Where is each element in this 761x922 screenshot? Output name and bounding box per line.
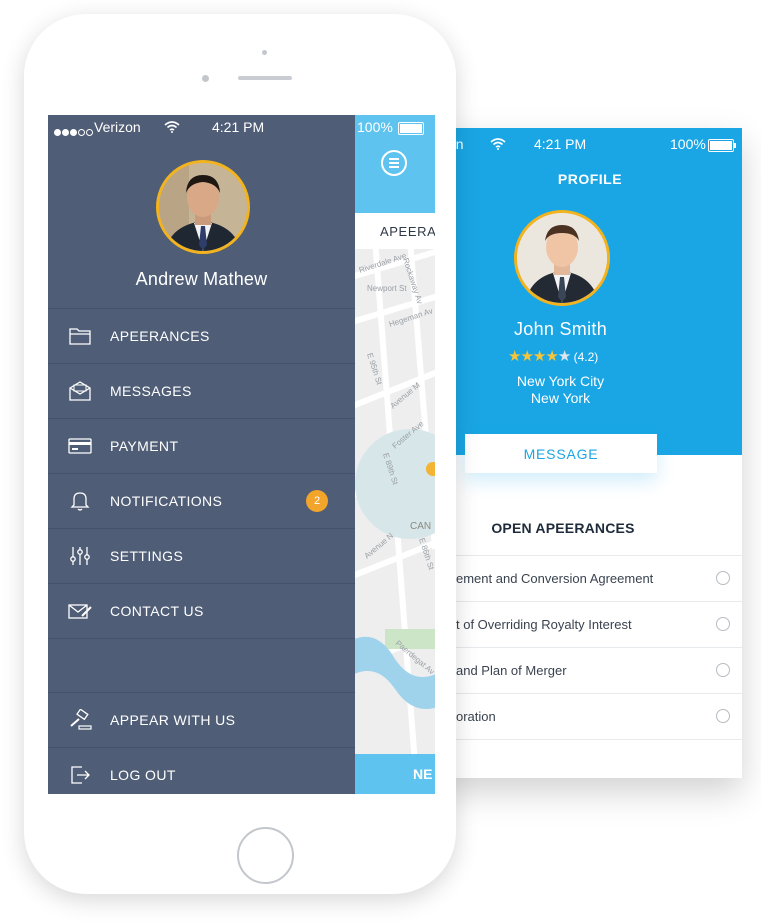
menu-icon[interactable] [381,150,407,176]
logout-icon [68,764,92,786]
rating-value: (4.2) [573,350,599,364]
avatar [514,210,610,306]
radio-button[interactable] [716,617,730,631]
star-icon: ★ [545,348,559,365]
page-title: PROFILE [557,171,623,187]
profile-name: John Smith [513,319,608,339]
location-state: New York [530,390,591,406]
map-view[interactable]: 100% APEERA Riverdale Ave Newport St Roc… [355,115,435,794]
rating: ★★★★★ (4.2) [508,347,618,365]
status-time: 4:21 PM [212,119,265,135]
status-time: 4:21 PM [534,136,587,152]
camera-icon [202,75,209,82]
profile-screen: on 4:21 PM 100% PROFILE John Smith ★★★★★ [438,128,742,778]
list-item-label: ement and Conversion Agreement [456,571,654,586]
radio-button[interactable] [716,571,730,585]
menu-item-label: APEERANCES [110,328,210,344]
side-drawer: Verizon 4:21 PM Andrew Mathew APEERANCES… [48,115,355,794]
avatar [156,160,250,254]
status-bar: Verizon 4:21 PM [48,119,355,137]
folder-icon [68,325,92,347]
gavel-icon [68,708,92,731]
radio-button[interactable] [716,709,730,723]
menu-item-contact-us[interactable]: CONTACT US [48,583,355,639]
wifi-icon [490,137,506,153]
list-item[interactable]: t of Overriding Royalty Interest [438,601,742,647]
list-item[interactable]: ement and Conversion Agreement [438,555,742,601]
menu-item-appear-with-us[interactable]: APPEAR WITH US [48,692,355,747]
list-item-label: and Plan of Merger [456,663,567,678]
menu-item-label: PAYMENT [110,438,179,454]
section-title: OPEN APEERANCES [491,520,635,536]
speaker-grille [238,76,292,80]
list-item-label: oration [456,709,496,724]
home-button[interactable] [237,827,294,884]
menu-item-label: LOG OUT [110,767,176,783]
menu-item-messages[interactable]: MESSAGES [48,363,355,418]
tab-appearances[interactable]: APEERA [355,213,435,249]
menu-item-log-out[interactable]: LOG OUT [48,747,355,794]
next-label: NE [413,766,433,782]
sliders-icon [68,545,92,567]
map-canvas: Riverdale Ave Newport St Rockaway Av Heg… [355,238,435,765]
status-bar: on 4:21 PM 100% [438,136,742,154]
menu-item-label: CONTACT US [110,603,204,619]
notification-badge: 2 [306,490,328,512]
drawer-menu: APEERANCES MESSAGES PAYMENT NOTIFICATION… [48,308,355,639]
battery-percent: 100% [670,136,706,152]
battery-icon [398,122,424,135]
sensor-dot [262,50,267,55]
menu-item-label: MESSAGES [110,383,192,399]
user-name: Andrew Mathew [135,269,268,289]
drawer-footer-menu: APPEAR WITH US LOG OUT [48,692,355,794]
star-empty-icon: ★ [557,348,572,365]
credit-card-icon [68,435,92,457]
carrier-label: Verizon [94,119,141,135]
wifi-icon [164,120,180,136]
bell-icon [68,490,92,512]
list-item-label: t of Overriding Royalty Interest [456,617,632,632]
message-button[interactable]: MESSAGE [465,434,657,473]
star-icon: ★ [520,348,534,365]
location-city: New York City [516,373,605,389]
menu-item-payment[interactable]: PAYMENT [48,418,355,473]
signal-icon [54,123,94,139]
drawer-screen: 100% APEERA Riverdale Ave Newport St Roc… [48,115,435,794]
menu-item-appearances[interactable]: APEERANCES [48,308,355,363]
mail-icon [68,380,92,402]
menu-item-label: NOTIFICATIONS [110,493,223,509]
tab-label: APEERA [380,224,435,239]
battery-icon [708,139,736,152]
menu-item-label: SETTINGS [110,548,184,564]
menu-item-label: APPEAR WITH US [110,712,236,728]
list-item[interactable]: and Plan of Merger [438,647,742,693]
menu-item-notifications[interactable]: NOTIFICATIONS 2 [48,473,355,528]
map-header: 100% [355,115,435,213]
street-label: Newport St [367,284,407,293]
radio-button[interactable] [716,663,730,677]
battery-percent: 100% [357,119,393,135]
map-area-label: CAN [410,521,431,532]
next-button[interactable]: NE [355,754,435,794]
appearance-list: ement and Conversion Agreement t of Over… [438,555,742,740]
list-item[interactable]: oration [438,693,742,740]
menu-item-settings[interactable]: SETTINGS [48,528,355,583]
profile-header: on 4:21 PM 100% PROFILE John Smith ★★★★★ [438,128,742,455]
envelope-pen-icon [68,600,92,622]
